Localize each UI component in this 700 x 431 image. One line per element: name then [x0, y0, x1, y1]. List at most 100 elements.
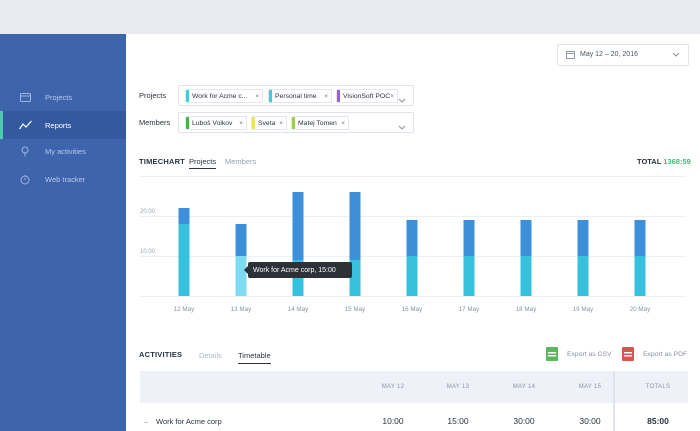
- column-header[interactable]: MAY 15: [560, 384, 620, 390]
- column-header[interactable]: MAY 12: [363, 384, 423, 390]
- activities-title: ACTIVITIES: [139, 350, 183, 359]
- member-tag: Sveta ×: [251, 116, 287, 130]
- members-filter[interactable]: Luboš Volkov × Sveta × Matej Tomen ×: [178, 112, 414, 133]
- remove-tag-icon[interactable]: ×: [239, 120, 243, 127]
- chart-bar[interactable]: [520, 256, 532, 296]
- x-tick-label: 13 May: [231, 306, 253, 313]
- sidebar-item-label: My activities: [45, 146, 86, 156]
- sidebar-item-my-activities[interactable]: My activities: [0, 137, 126, 165]
- collapse-icon[interactable]: –: [144, 417, 148, 426]
- tag-label: Personal time: [275, 92, 317, 100]
- tag-label: Luboš Volkov: [192, 119, 233, 127]
- csv-file-icon: [546, 347, 558, 361]
- x-tick-label: 19 May: [573, 306, 595, 313]
- export-pdf-label: Export as PDF: [643, 350, 688, 358]
- chart-bar[interactable]: [235, 256, 247, 296]
- chart-bar[interactable]: [634, 220, 646, 256]
- chart-bar[interactable]: [406, 256, 418, 296]
- folder-icon: [18, 90, 32, 104]
- timechart-chart: 20:00 10:00 12 May 13 May 14 May 15 May 16 May…: [140, 176, 686, 313]
- chevron-down-icon[interactable]: [398, 118, 406, 136]
- x-tick-label: 15 May: [345, 306, 367, 313]
- sidebar-item-projects[interactable]: Projects: [0, 83, 126, 111]
- tag-label: Matej Tomen: [298, 119, 337, 127]
- pin-icon: [18, 144, 32, 158]
- tab-timetable[interactable]: Timetable: [238, 351, 271, 364]
- chart-bar[interactable]: [235, 224, 247, 256]
- chevron-down-icon[interactable]: [398, 91, 406, 109]
- chart-tooltip: Work for Acme corp, 15:00: [244, 262, 352, 278]
- project-tag: Work for Acme c... ×: [185, 89, 263, 103]
- x-tick-label: 20 May: [630, 306, 652, 313]
- tag-color-bar: [186, 90, 189, 102]
- chart-bar[interactable]: [463, 220, 475, 256]
- totals-column-divider: [613, 371, 673, 431]
- chart-bar[interactable]: [463, 256, 475, 296]
- project-tag: Personal time ×: [268, 89, 332, 103]
- chart-bar[interactable]: [634, 256, 646, 296]
- sidebar-item-web-tracker[interactable]: Web tracker: [0, 165, 126, 193]
- column-header[interactable]: MAY 14: [494, 384, 554, 390]
- sidebar-item-reports[interactable]: Reports: [0, 111, 126, 139]
- y-tick-label: 20:00: [140, 209, 156, 215]
- chart-bar[interactable]: [520, 220, 532, 256]
- date-range-picker[interactable]: May 12 – 20, 2016: [557, 44, 689, 66]
- chart-bar[interactable]: [178, 224, 190, 296]
- table-cell: 30:00: [579, 416, 601, 426]
- chart-icon: [18, 118, 32, 132]
- tag-color-bar: [292, 117, 295, 129]
- tab-members[interactable]: Members: [225, 157, 256, 166]
- table-cell: 15:00: [447, 416, 469, 426]
- y-tick-label: 10:00: [140, 249, 156, 255]
- tag-color-bar: [337, 90, 340, 102]
- members-filter-label: Members: [139, 118, 171, 127]
- chart-bar[interactable]: [406, 220, 418, 256]
- chevron-down-icon: [672, 50, 680, 60]
- export-csv-button[interactable]: Export as CSV: [546, 347, 612, 361]
- chart-bar[interactable]: [349, 192, 361, 260]
- projects-filter[interactable]: Work for Acme c... × Personal time × Vis…: [178, 85, 414, 106]
- export-csv-label: Export as CSV: [567, 350, 612, 358]
- chart-bar[interactable]: [178, 208, 190, 224]
- chart-bar[interactable]: [577, 256, 589, 296]
- total-label: TOTAL: [637, 157, 662, 166]
- date-range-text: May 12 – 20, 2016: [580, 51, 638, 58]
- x-tick-label: 17 May: [459, 306, 481, 313]
- top-bar: [0, 0, 700, 34]
- timetable-header: MAY 12 MAY 13 MAY 14 MAY 15 TOTALS: [140, 371, 688, 403]
- sidebar: Projects Reports My activities Web track…: [0, 34, 126, 431]
- member-tag: Luboš Volkov ×: [185, 116, 247, 130]
- tag-label: Sveta: [258, 119, 276, 127]
- remove-tag-icon[interactable]: ×: [279, 120, 283, 127]
- remove-tag-icon[interactable]: ×: [255, 93, 259, 100]
- tag-color-bar: [186, 117, 189, 129]
- tag-color-bar: [269, 90, 272, 102]
- row-name: Work for Acme corp: [156, 417, 222, 426]
- remove-tag-icon[interactable]: ×: [341, 120, 345, 127]
- main-content: May 12 – 20, 2016 Projects Work for Acme…: [126, 34, 700, 431]
- sidebar-item-label: Projects: [45, 92, 73, 102]
- tag-label: VisionSoft POC: [343, 92, 391, 100]
- x-tick-label: 14 May: [288, 306, 310, 313]
- tab-projects[interactable]: Projects: [189, 157, 217, 169]
- calendar-icon: [566, 50, 575, 61]
- member-tag: Matej Tomen ×: [291, 116, 349, 130]
- total-value: 1368:59: [663, 157, 691, 166]
- table-row[interactable]: – Work for Acme corp 10:00 15:00 30:00 3…: [140, 403, 688, 431]
- column-header[interactable]: MAY 13: [428, 384, 488, 390]
- tag-label: Work for Acme c...: [192, 92, 248, 100]
- pdf-file-icon: [622, 347, 634, 361]
- projects-filter-label: Projects: [139, 91, 167, 100]
- sidebar-item-label: Web tracker: [45, 174, 86, 184]
- table-cell: 30:00: [513, 416, 535, 426]
- total-time: TOTAL 1368:59: [637, 157, 691, 166]
- export-pdf-button[interactable]: Export as PDF: [622, 347, 687, 361]
- tag-color-bar: [252, 117, 255, 129]
- remove-tag-icon[interactable]: ×: [390, 93, 394, 100]
- chart-bar[interactable]: [292, 192, 304, 260]
- tab-details[interactable]: Details: [199, 351, 222, 360]
- x-tick-label: 16 May: [402, 306, 424, 313]
- x-tick-label: 12 May: [174, 306, 196, 313]
- chart-bar[interactable]: [577, 220, 589, 256]
- remove-tag-icon[interactable]: ×: [324, 93, 328, 100]
